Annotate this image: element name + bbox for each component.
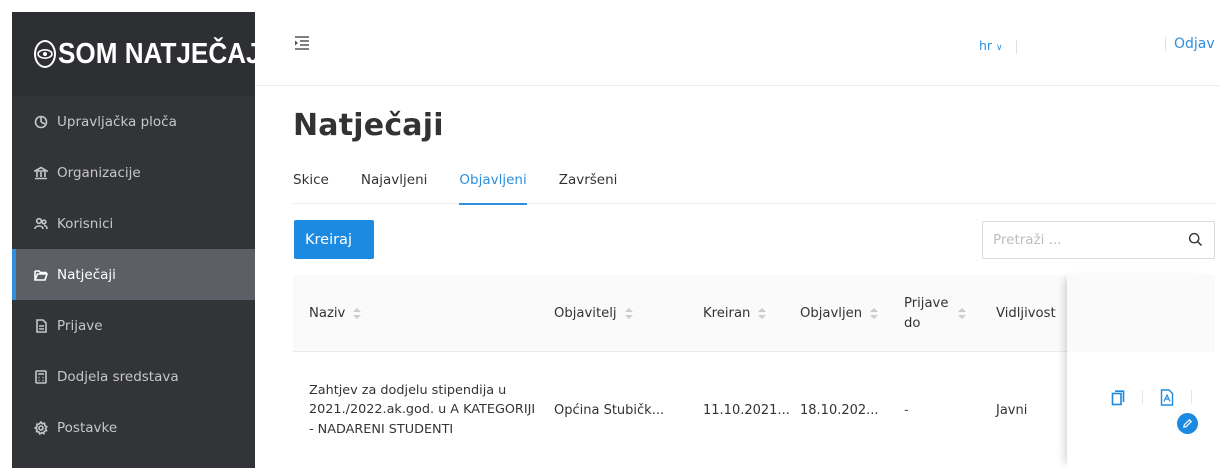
sort-icon[interactable] [870, 308, 879, 319]
document-icon [33, 318, 49, 334]
cell-objavljen: 18.10.202... [800, 402, 879, 418]
row-actions [1067, 352, 1215, 468]
sidebar-nav: Upravljačka ploča Organizacije Korisnici… [12, 96, 255, 453]
sidebar-item-natjecaji[interactable]: Natječaji [12, 249, 255, 300]
divider [1015, 39, 1017, 54]
status-tabs: Skice Najavljeni Objavljeni Završeni [293, 170, 1215, 205]
search-icon[interactable] [1188, 232, 1203, 247]
tab-objavljeni[interactable]: Objavljeni [459, 170, 528, 205]
column-label: Prijave do [904, 295, 949, 331]
table-header: Naziv Objavitelj Kreiran Objavljen Prija… [293, 275, 1215, 352]
tab-zavrseni[interactable]: Završeni [559, 170, 618, 204]
sidebar-item-label: Organizacije [57, 164, 141, 181]
column-header-objavitelj[interactable]: Objavitelj [554, 275, 633, 352]
app-logo[interactable]: SOM NATJEČAJI [12, 12, 268, 96]
bank-icon [33, 165, 49, 181]
edit-icon[interactable] [1177, 413, 1198, 434]
column-label: Naziv [309, 306, 346, 321]
column-header-vidljivost: Vidljivost [996, 275, 1056, 352]
column-label: Objavljen [800, 306, 863, 321]
sort-icon[interactable] [353, 308, 362, 319]
logout-label: Odjav [1174, 36, 1215, 52]
column-label: Vidljivost [996, 306, 1056, 321]
sidebar-item-prijave[interactable]: Prijave [12, 300, 255, 351]
create-button[interactable]: Kreiraj [294, 220, 374, 259]
column-label: Objavitelj [554, 306, 617, 321]
sidebar-item-upravljacka-ploca[interactable]: Upravljačka ploča [12, 96, 255, 147]
sidebar-item-postavke[interactable]: Postavke [12, 402, 255, 453]
sidebar-item-label: Upravljačka ploča [57, 113, 177, 130]
tab-skice[interactable]: Skice [293, 170, 329, 204]
sidebar-item-korisnici[interactable]: Korisnici [12, 198, 255, 249]
sidebar-item-label: Prijave [57, 317, 103, 334]
sidebar: SOM NATJEČAJI Upravljačka ploča Organiza… [12, 12, 268, 468]
cell-objavitelj: Općina Stubičk... [554, 402, 665, 418]
cell-naziv: Zahtjev za dodjelu stipendija u 2021./20… [309, 382, 536, 437]
sort-icon[interactable] [624, 308, 633, 319]
search-box [982, 221, 1215, 259]
folder-open-icon [33, 267, 49, 283]
dashboard-icon [33, 114, 49, 130]
logout-link[interactable]: Odjav [1165, 36, 1215, 52]
search-input[interactable] [983, 222, 1173, 258]
sidebar-item-label: Postavke [57, 419, 118, 436]
actions-column-header [1067, 275, 1215, 352]
tab-najavljeni[interactable]: Najavljeni [361, 170, 428, 204]
cell-vidljivost: Javni [996, 402, 1028, 418]
sidebar-item-organizacije[interactable]: Organizacije [12, 147, 255, 198]
settings-icon [33, 420, 49, 436]
sort-icon[interactable] [958, 308, 966, 319]
sidebar-item-label: Dodjela sredstava [57, 368, 179, 385]
sidebar-item-label: Natječaji [57, 266, 116, 283]
divider [1191, 390, 1192, 404]
sort-icon[interactable] [758, 308, 767, 319]
logo-eye-icon [34, 40, 56, 68]
language-value: hr [979, 38, 993, 53]
copy-icon[interactable] [1111, 390, 1125, 406]
sidebar-item-dodjela-sredstava[interactable]: Dodjela sredstava [12, 351, 255, 402]
cell-kreiran: 11.10.2021... [703, 402, 790, 418]
column-header-objavljen[interactable]: Objavljen [800, 275, 879, 352]
logo-text: SOM NATJEČAJI [58, 37, 268, 70]
tenders-table: Naziv Objavitelj Kreiran Objavljen Prija… [293, 275, 1215, 468]
column-label: Kreiran [703, 306, 751, 321]
users-icon [33, 216, 49, 232]
language-selector[interactable]: hr ∨ [979, 38, 1017, 54]
chevron-down-icon: ∨ [996, 43, 1003, 53]
divider [1142, 390, 1143, 404]
sidebar-item-label: Korisnici [57, 215, 114, 232]
cell-prijave-do: - [904, 402, 909, 418]
column-header-kreiran[interactable]: Kreiran [703, 275, 767, 352]
column-header-prijave-do[interactable]: Prijave do [904, 275, 966, 352]
page-title: Natječaji [293, 108, 444, 143]
column-header-naziv[interactable]: Naziv [309, 275, 362, 352]
menu-collapse-icon[interactable] [293, 35, 311, 51]
top-bar: hr ∨ Odjav [255, 12, 1220, 86]
calculator-icon [33, 369, 49, 385]
pdf-icon[interactable] [1160, 389, 1174, 406]
divider [1165, 37, 1166, 51]
